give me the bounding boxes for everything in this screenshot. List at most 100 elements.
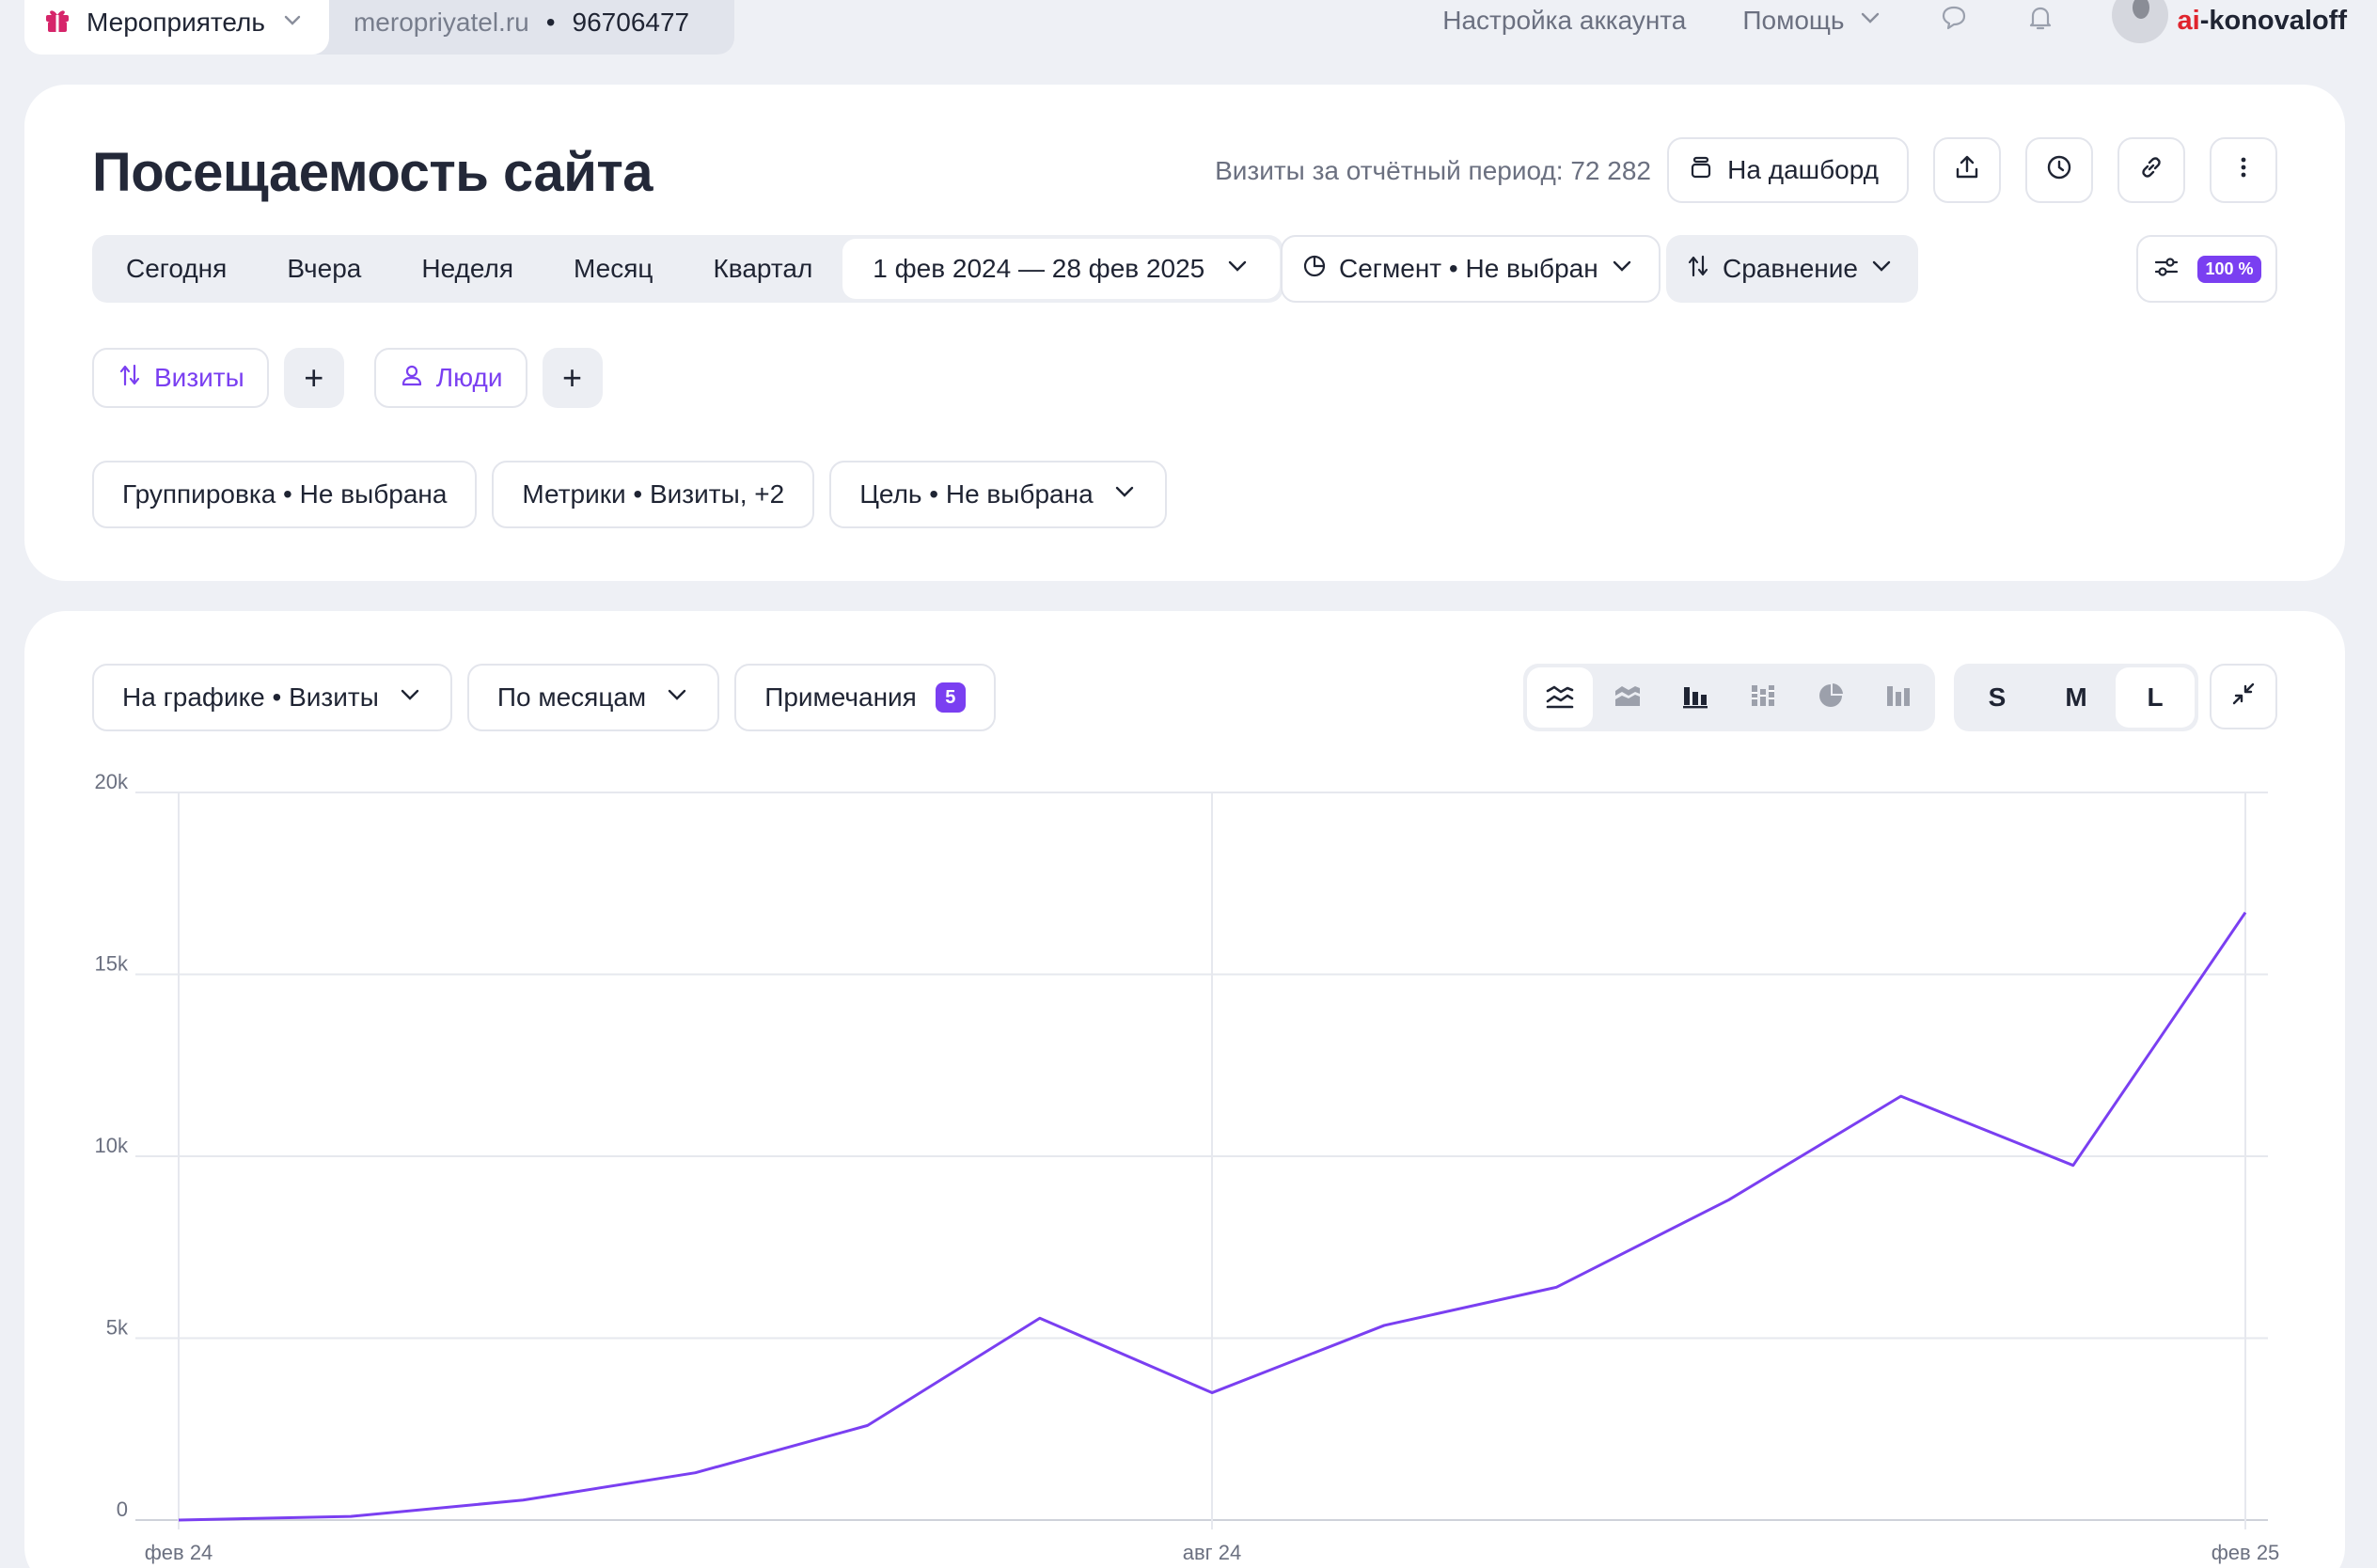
clock-icon: [2045, 153, 2073, 188]
people-chip[interactable]: Люди: [373, 348, 527, 408]
chevron-down-icon: [665, 682, 689, 713]
y-tick-label: 5k: [106, 1316, 129, 1340]
help-label: Помощь: [1742, 6, 1845, 35]
add-people-condition-button[interactable]: +: [542, 348, 603, 408]
period-week[interactable]: Неделя: [391, 239, 543, 299]
separator-dot: •: [545, 8, 556, 37]
y-tick-label: 10k: [95, 1134, 129, 1157]
gift-icon: [43, 6, 71, 40]
stacked-bar-icon: [1747, 680, 1779, 716]
period-month[interactable]: Месяц: [543, 239, 683, 299]
add-visits-condition-button[interactable]: +: [283, 348, 344, 408]
history-button[interactable]: [2025, 137, 2093, 203]
chevron-down-icon: [1858, 6, 1882, 37]
report-header-card: Посещаемость сайта Визиты за отчётный пе…: [24, 85, 2345, 581]
notes-count-badge: 5: [935, 682, 966, 713]
visits-total: Визиты за отчётный период: 72 282: [1215, 156, 1651, 185]
size-m-button[interactable]: M: [2037, 667, 2116, 728]
avatar: [2111, 0, 2168, 43]
account-settings-link[interactable]: Настройка аккаунта: [1442, 6, 1686, 36]
y-tick-label: 15k: [95, 952, 129, 976]
area-chart-icon: [1612, 680, 1644, 716]
visits-chip-label: Визиты: [154, 363, 244, 392]
stacked-bar-chart-type-button[interactable]: [1730, 667, 1796, 728]
pie-chart-type-button[interactable]: [1798, 667, 1864, 728]
goal-label: Цель • Не выбрана: [859, 479, 1094, 509]
line-chart-icon: [1544, 680, 1576, 716]
page-title: Посещаемость сайта: [92, 142, 653, 203]
chevron-down-icon: [1225, 254, 1250, 285]
segment-label: Сегмент • Не выбран: [1339, 254, 1598, 283]
people-chip-label: Люди: [435, 363, 503, 392]
more-vertical-icon: [2229, 153, 2258, 188]
size-l-button[interactable]: L: [2116, 667, 2195, 728]
dashboard-label: На дашборд: [1727, 155, 1879, 184]
chevron-down-icon: [1610, 254, 1634, 285]
metrics-label: Метрики • Визиты, +2: [522, 479, 785, 509]
chevron-down-icon: [398, 682, 422, 713]
counter-info[interactable]: meropriyatel.ru • 96706477: [300, 0, 735, 55]
sampling-settings-button[interactable]: 100 %: [2136, 235, 2277, 303]
chevron-down-icon: [280, 8, 305, 39]
x-tick-label: авг 24: [1183, 1541, 1242, 1564]
period-quarter[interactable]: Квартал: [683, 239, 842, 299]
compare-label: Сравнение: [1723, 254, 1858, 283]
upload-icon: [1953, 153, 1981, 188]
period-today[interactable]: Сегодня: [96, 239, 257, 299]
grouping-label: Группировка • Не выбрана: [122, 479, 448, 509]
chart-metric-label: На графике • Визиты: [122, 682, 379, 712]
copy-link-button[interactable]: [2117, 137, 2185, 203]
size-s-button[interactable]: S: [1958, 667, 2037, 728]
notes-label: Примечания: [764, 682, 917, 712]
grouping-button[interactable]: Группировка • Не выбрана: [92, 461, 478, 528]
help-menu[interactable]: Помощь: [1742, 6, 1881, 37]
person-icon: [399, 362, 425, 395]
column-chart-type-button[interactable]: [1865, 667, 1931, 728]
chart-type-switcher: [1523, 664, 1935, 731]
chart-size-switcher: S M L: [1954, 664, 2198, 731]
sliders-icon: [2152, 253, 2180, 286]
collapse-arrows-icon: [2229, 680, 2258, 714]
granularity-label: По месяцам: [496, 682, 647, 712]
x-tick-label: фев 25: [2212, 1541, 2280, 1564]
compare-icon: [1685, 253, 1711, 286]
x-tick-label: фев 24: [145, 1541, 213, 1564]
site-selector[interactable]: Мероприятель meropriyatel.ru • 96706477: [24, 0, 735, 55]
more-button[interactable]: [2210, 137, 2277, 203]
visits-line-chart: 0 5k 10k 15k 20k фев 24 авг 24 фев 25: [95, 770, 2280, 1564]
bell-icon[interactable]: [2025, 3, 2055, 39]
export-button[interactable]: [1933, 137, 2001, 203]
chevron-down-icon: [1112, 479, 1137, 510]
period-yesterday[interactable]: Вчера: [257, 239, 391, 299]
expand-chart-button[interactable]: [2210, 664, 2277, 729]
user-menu[interactable]: ai-konovaloff: [2111, 0, 2347, 43]
compare-icon: [117, 362, 143, 395]
area-chart-type-button[interactable]: [1595, 667, 1661, 728]
pie-icon: [1301, 253, 1328, 286]
bar-chart-type-button[interactable]: [1662, 667, 1728, 728]
date-range-label: 1 фев 2024 — 28 фев 2025: [873, 254, 1205, 283]
notes-button[interactable]: Примечания 5: [734, 664, 996, 731]
visits-chip[interactable]: Визиты: [92, 348, 269, 408]
site-name-button[interactable]: Мероприятель: [24, 0, 329, 55]
counter-id: 96706477: [572, 8, 690, 37]
chart-metric-select[interactable]: На графике • Визиты: [92, 664, 452, 731]
chevron-down-icon: [1869, 254, 1894, 285]
column-chart-icon: [1882, 680, 1914, 716]
bar-chart-icon: [1679, 680, 1711, 716]
site-domain: meropriyatel.ru: [353, 8, 529, 37]
segment-button[interactable]: Сегмент • Не выбран: [1281, 235, 1661, 303]
site-name: Мероприятель: [87, 8, 265, 37]
y-tick-label: 0: [117, 1497, 128, 1521]
line-chart-type-button[interactable]: [1527, 667, 1593, 728]
add-to-dashboard-button[interactable]: На дашборд: [1667, 137, 1909, 203]
chat-icon[interactable]: [1939, 3, 1969, 39]
goal-button[interactable]: Цель • Не выбрана: [829, 461, 1167, 528]
pie-chart-icon: [1815, 680, 1847, 716]
compare-button[interactable]: Сравнение: [1666, 235, 1918, 303]
date-range-picker[interactable]: 1 фев 2024 — 28 фев 2025: [842, 239, 1281, 299]
granularity-select[interactable]: По месяцам: [466, 664, 720, 731]
top-bar: Мероприятель meropriyatel.ru • 96706477 …: [0, 0, 2377, 85]
metrics-button[interactable]: Метрики • Визиты, +2: [492, 461, 815, 528]
link-icon: [2137, 153, 2165, 188]
